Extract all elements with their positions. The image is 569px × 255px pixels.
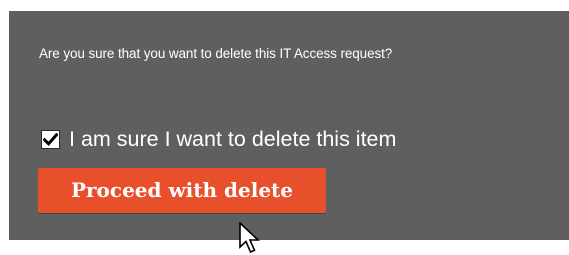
delete-confirmation-dialog: Are you sure that you want to delete thi… [9, 11, 569, 240]
checkmark-icon [43, 132, 58, 146]
mouse-pointer-icon [239, 222, 261, 254]
page: Are you sure that you want to delete thi… [0, 0, 569, 255]
confirm-delete-checkbox-row[interactable]: I am sure I want to delete this item [41, 126, 396, 152]
confirm-delete-checkbox[interactable] [41, 129, 60, 149]
delete-confirmation-question: Are you sure that you want to delete thi… [39, 46, 393, 61]
confirm-delete-checkbox-label[interactable]: I am sure I want to delete this item [69, 127, 396, 152]
proceed-with-delete-button[interactable]: Proceed with delete [38, 168, 326, 213]
